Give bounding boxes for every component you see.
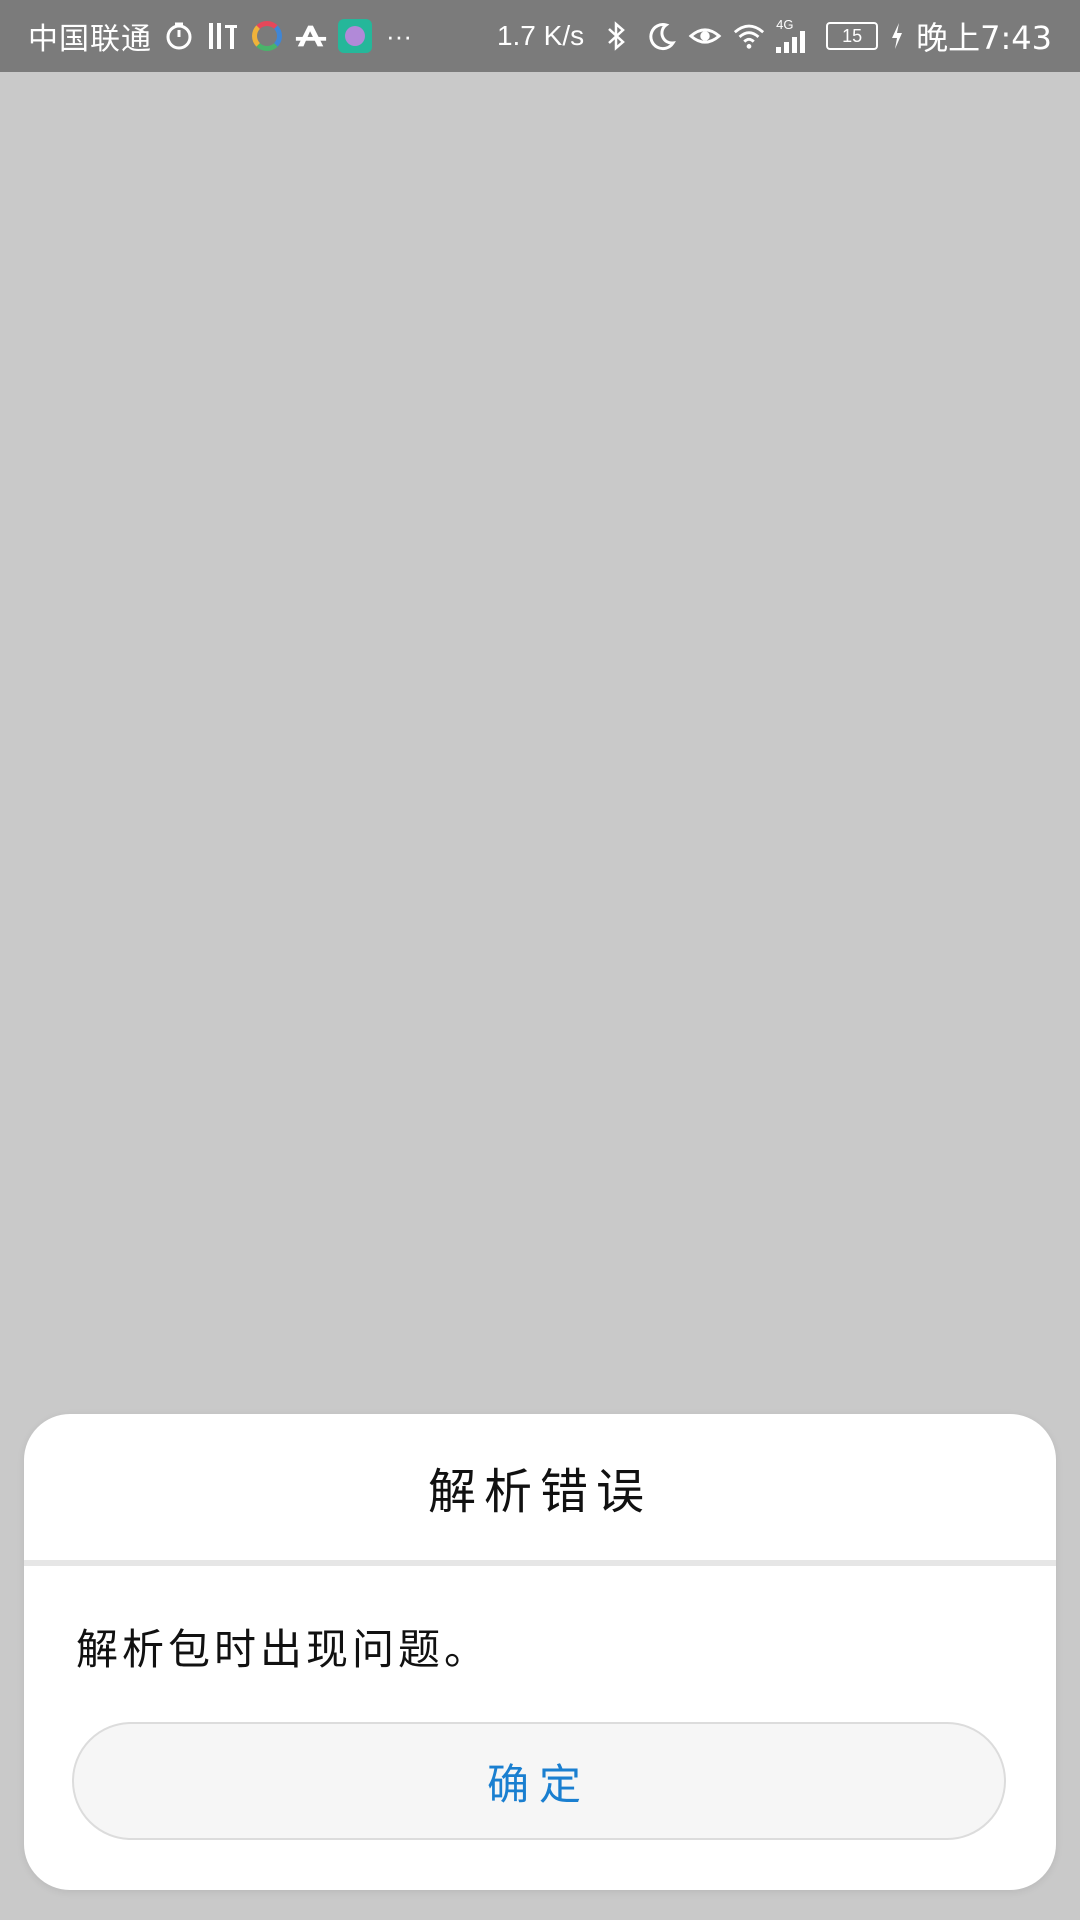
battery-level: 15 [842, 25, 863, 46]
clock: 晚上7:43 [916, 19, 1052, 57]
carrier-name: 中国联通 [28, 22, 152, 57]
parse-error-dialog: 解析错误 解析包时出现问题。 确定 [24, 1414, 1056, 1890]
confirm-button[interactable]: 确定 [72, 1722, 1006, 1840]
more-icon: ··· [386, 20, 412, 51]
network-type-label: 4G [776, 17, 794, 32]
signal-icon: 4G [776, 17, 816, 53]
green-app-icon [338, 19, 372, 53]
dialog-divider [24, 1560, 1056, 1566]
dialog-title: 解析错误 [427, 1464, 652, 1520]
eye-icon [688, 19, 722, 53]
status-bar-right: 1.7 K/s 4G 15 晚上7:43 [497, 13, 1052, 59]
timer-icon [162, 19, 196, 53]
battery-icon: 15 [826, 22, 879, 50]
network-speed: 1.7 K/s [496, 20, 585, 51]
font-app-icon [294, 19, 328, 53]
ting-app-icon [206, 19, 240, 53]
ring-app-icon [250, 19, 284, 53]
charging-icon [888, 19, 906, 53]
moon-icon [644, 19, 678, 53]
status-bar-left: 中国联通 ··· [28, 14, 416, 58]
dialog-message: 解析包时出现问题。 [76, 1625, 491, 1674]
bluetooth-icon [600, 19, 634, 53]
wifi-icon [732, 19, 766, 53]
status-bar: 中国联通 ··· 1.7 K/s 4G 15 晚上7:43 [0, 0, 1080, 72]
